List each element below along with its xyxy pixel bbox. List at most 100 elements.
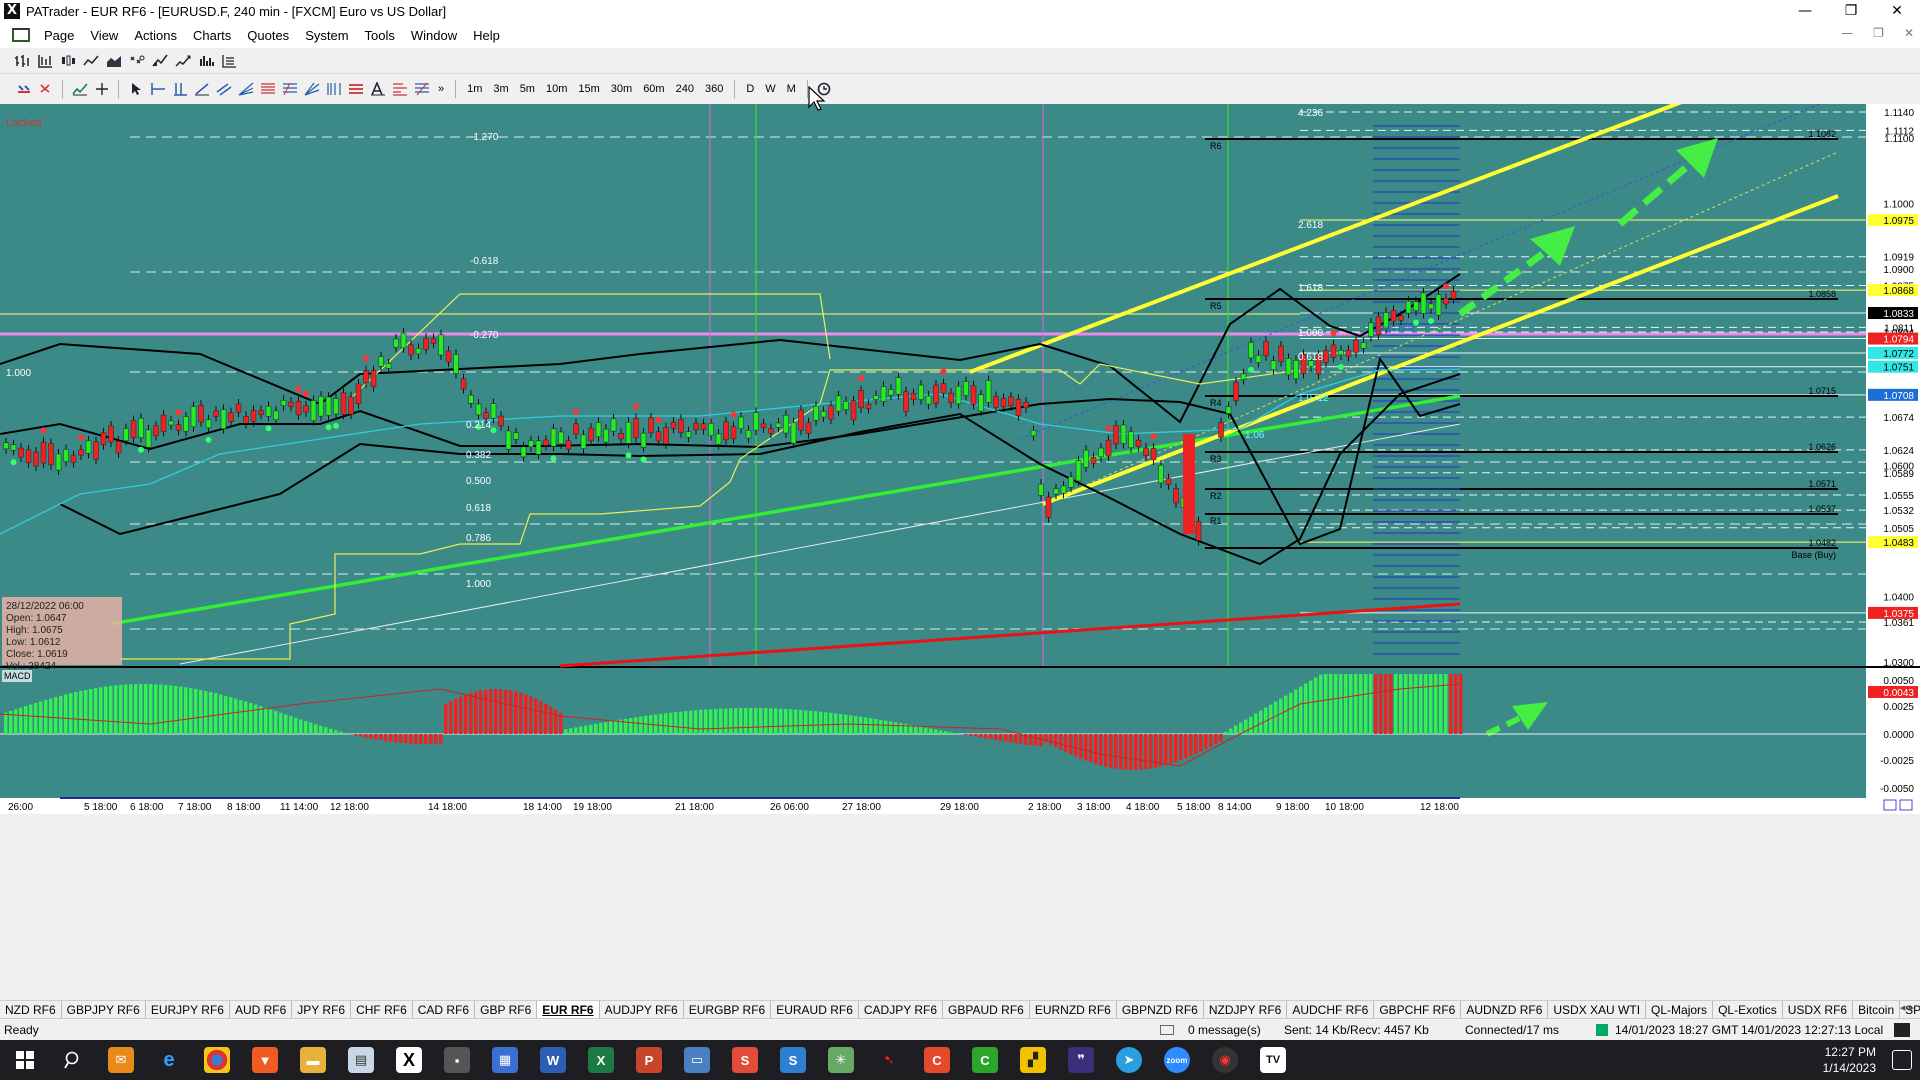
zoom-app-icon[interactable]: zoom <box>1164 1047 1190 1073</box>
timeframe-monthly[interactable]: M <box>783 79 800 99</box>
calculator-app-icon[interactable]: ▦ <box>492 1047 518 1073</box>
timeframe-30m[interactable]: 30m <box>607 79 636 99</box>
timeframe-10m[interactable]: 10m <box>542 79 571 99</box>
menu-help[interactable]: Help <box>465 28 508 43</box>
timeframe-1m[interactable]: 1m <box>463 79 486 99</box>
symbol-tab[interactable]: Bitcoin <box>1853 1001 1901 1018</box>
chat-app-icon[interactable]: ❞ <box>1068 1047 1094 1073</box>
mail-app-icon[interactable]: ✉ <box>108 1047 134 1073</box>
edge-browser-icon[interactable]: e <box>156 1047 182 1073</box>
timeframe-weekly[interactable]: W <box>761 79 779 99</box>
fibonacci-fan-icon[interactable] <box>236 80 255 99</box>
menu-system[interactable]: System <box>297 28 356 43</box>
menu-page[interactable]: Page <box>36 28 82 43</box>
symbol-tab[interactable]: AUDJPY RF6 <box>600 1001 684 1018</box>
timeframe-3m[interactable]: 3m <box>489 79 512 99</box>
chart-panel[interactable]: 1.1140 1.1112 1.1100 1.1000 1.0975 1.0919 1.09… <box>0 84 1920 984</box>
tab-scroll-arrows-icon[interactable]: ◂ ▸ <box>1900 1001 1914 1014</box>
kagi-icon[interactable] <box>173 51 192 70</box>
symbol-tab[interactable]: EURJPY RF6 <box>146 1001 230 1018</box>
message-envelope-icon[interactable] <box>1160 1025 1174 1035</box>
fibonacci-retracement-icon[interactable] <box>258 80 277 99</box>
timeframe-15m[interactable]: 15m <box>574 79 603 99</box>
line-chart-icon[interactable] <box>81 51 100 70</box>
green-c-app-icon[interactable]: C <box>972 1047 998 1073</box>
crosshair-icon[interactable] <box>92 80 111 99</box>
horizontal-line-icon[interactable] <box>148 80 167 99</box>
telegram-app-icon[interactable]: ➤ <box>1116 1047 1142 1073</box>
symbol-tab[interactable]: AUDNZD RF6 <box>1461 1001 1549 1018</box>
chrome-browser-icon[interactable] <box>204 1047 230 1073</box>
symbol-tab[interactable]: GBPNZD RF6 <box>1117 1001 1204 1018</box>
mdi-minimize-button[interactable]: — <box>1841 26 1853 40</box>
mdi-close-button[interactable]: ✕ <box>1904 26 1914 40</box>
menu-quotes[interactable]: Quotes <box>239 28 297 43</box>
word-app-icon[interactable]: W <box>540 1047 566 1073</box>
mdi-restore-button[interactable]: ❐ <box>1873 26 1884 40</box>
symbol-tab[interactable]: EURNZD RF6 <box>1030 1001 1117 1018</box>
time-zones-icon[interactable] <box>324 80 343 99</box>
sticky-notes-icon[interactable]: ▞ <box>1020 1047 1046 1073</box>
symbol-tab[interactable]: CHF RF6 <box>351 1001 413 1018</box>
channel-icon[interactable] <box>214 80 233 99</box>
symbol-tab[interactable]: NZD RF6 <box>0 1001 62 1018</box>
symbol-tab[interactable]: GBPJPY RF6 <box>62 1001 146 1018</box>
menu-charts[interactable]: Charts <box>185 28 239 43</box>
snagit-app-icon[interactable]: S <box>732 1047 758 1073</box>
timeframe-240[interactable]: 240 <box>672 79 698 99</box>
vertical-line-icon[interactable] <box>170 80 189 99</box>
bar-chart-icon[interactable] <box>12 51 31 70</box>
point-figure-icon[interactable] <box>127 51 146 70</box>
chart-window-icon[interactable] <box>12 28 30 42</box>
volume-chart-icon[interactable] <box>196 51 215 70</box>
red-app-icon[interactable]: ➷ <box>876 1047 902 1073</box>
pitchfork-icon[interactable] <box>412 80 431 99</box>
symbol-tab[interactable]: EURGBP RF6 <box>684 1001 772 1018</box>
menu-tools[interactable]: Tools <box>357 28 403 43</box>
close-button[interactable]: ✕ <box>1874 0 1920 22</box>
renko-icon[interactable] <box>150 51 169 70</box>
symbol-tab[interactable]: GBP RF6 <box>475 1001 538 1018</box>
indicator-list-icon[interactable] <box>219 51 238 70</box>
timeframe-daily[interactable]: D <box>742 79 758 99</box>
menu-actions[interactable]: Actions <box>126 28 185 43</box>
price-chart[interactable]: 1.11401.11121.11001.10001.09751.09191.09… <box>0 84 1920 984</box>
patrader-app-icon[interactable]: X <box>396 1047 422 1073</box>
symbol-tab[interactable]: CADJPY RF6 <box>859 1001 944 1018</box>
symbol-tab[interactable]: AUD RF6 <box>230 1001 293 1018</box>
camtasia-app-icon[interactable]: C <box>924 1047 950 1073</box>
tradingview-green-icon[interactable]: ✳ <box>828 1047 854 1073</box>
skype-app-icon[interactable]: S <box>780 1047 806 1073</box>
symbol-tab[interactable]: JPY RF6 <box>292 1001 352 1018</box>
generic-app-icon[interactable]: ▪ <box>444 1047 470 1073</box>
timeframe-60m[interactable]: 60m <box>639 79 668 99</box>
text-tool-icon[interactable] <box>368 80 387 99</box>
file-explorer-icon[interactable]: ▬ <box>300 1047 326 1073</box>
link-chart-icon[interactable] <box>14 80 33 99</box>
gann-fan-icon[interactable] <box>302 80 321 99</box>
system-clock[interactable]: 12:27 PM 1/14/2023 <box>1823 1044 1876 1076</box>
symbol-tab[interactable]: GBPAUD RF6 <box>943 1001 1030 1018</box>
symbol-tab[interactable]: QL-Exotics <box>1713 1001 1783 1018</box>
trendline-icon[interactable] <box>192 80 211 99</box>
candlestick-icon[interactable] <box>58 51 77 70</box>
tradingview-app-icon[interactable]: TV <box>1260 1047 1286 1073</box>
pointer-tool-icon[interactable] <box>126 80 145 99</box>
menu-window[interactable]: Window <box>403 28 465 43</box>
symbol-tab[interactable]: EUR RF6 <box>537 1001 600 1018</box>
levels-icon[interactable] <box>390 80 409 99</box>
more-tools-icon[interactable]: » <box>434 79 448 99</box>
notification-center-icon[interactable] <box>1892 1050 1912 1070</box>
symbol-tab[interactable]: CAD RF6 <box>413 1001 476 1018</box>
powerpoint-app-icon[interactable]: P <box>636 1047 662 1073</box>
timeframe-5m[interactable]: 5m <box>516 79 539 99</box>
brave-browser-icon[interactable]: ▼ <box>252 1047 278 1073</box>
area-chart-icon[interactable] <box>104 51 123 70</box>
minimize-button[interactable]: — <box>1782 0 1828 22</box>
notes-app-icon[interactable]: ▤ <box>348 1047 374 1073</box>
symbol-tab[interactable]: QL-Majors <box>1646 1001 1714 1018</box>
timeframe-360[interactable]: 360 <box>701 79 727 99</box>
symbol-tab[interactable]: USDX RF6 <box>1783 1001 1854 1018</box>
symbol-tab[interactable]: NZDJPY RF6 <box>1204 1001 1288 1018</box>
search-icon[interactable] <box>60 1047 86 1073</box>
